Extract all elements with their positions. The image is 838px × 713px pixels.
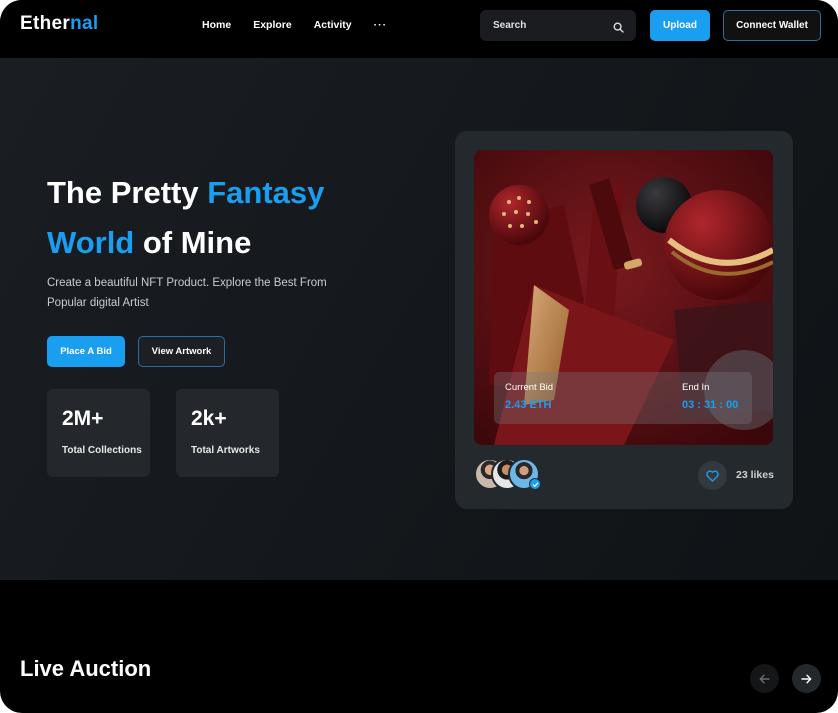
bid-info-bar: Current Bid 2.43 ETH End In 03 : 31 : 00 bbox=[494, 372, 752, 424]
stat-label: Total Collections bbox=[62, 445, 142, 456]
nav-home[interactable]: Home bbox=[202, 19, 231, 31]
nav-more-button[interactable]: ··· bbox=[374, 19, 388, 31]
arrow-right-icon bbox=[801, 674, 812, 683]
end-in-countdown: 03 : 31 : 00 bbox=[682, 399, 739, 411]
stat-label: Total Artworks bbox=[191, 445, 260, 456]
place-bid-button[interactable]: Place A Bid bbox=[47, 336, 125, 367]
stat-artworks: 2k+ Total Artworks bbox=[176, 389, 279, 477]
stat-collections: 2M+ Total Collections bbox=[47, 389, 150, 477]
nav-activity[interactable]: Activity bbox=[314, 19, 352, 31]
app-frame: Ethernal Home Explore Activity ··· Uploa… bbox=[0, 0, 838, 713]
search-box bbox=[480, 10, 636, 41]
stat-value: 2k+ bbox=[191, 407, 227, 430]
verified-icon bbox=[529, 478, 541, 490]
top-navbar: Ethernal Home Explore Activity ··· Uploa… bbox=[0, 0, 838, 58]
brand-name-part2: nal bbox=[70, 13, 99, 34]
main-nav: Home Explore Activity ··· bbox=[202, 19, 409, 31]
brand-logo[interactable]: Ethernal bbox=[20, 13, 98, 35]
carousel-next-button[interactable] bbox=[792, 664, 821, 693]
current-bid-value: 2.43 ETH bbox=[505, 399, 552, 411]
heart-icon bbox=[706, 469, 719, 482]
current-bid-label: Current Bid bbox=[505, 382, 554, 393]
hero-section: The Pretty Fantasy World of Mine Create … bbox=[0, 58, 838, 580]
nft-artwork-image[interactable]: Current Bid 2.43 ETH End In 03 : 31 : 00 bbox=[474, 150, 773, 445]
brand-name-part1: Ether bbox=[20, 13, 71, 34]
view-artwork-button[interactable]: View Artwork bbox=[138, 336, 225, 367]
headline-highlight-1: Fantasy bbox=[207, 175, 325, 210]
live-auction-title: Live Auction bbox=[20, 656, 152, 681]
headline-text-1: The Pretty bbox=[47, 175, 208, 210]
hero-headline: The Pretty Fantasy World of Mine bbox=[47, 168, 407, 268]
hero-subtext: Create a beautiful NFT Product. Explore … bbox=[47, 277, 327, 309]
arrow-left-icon bbox=[759, 674, 770, 683]
connect-wallet-button[interactable]: Connect Wallet bbox=[723, 10, 821, 41]
owner-avatars bbox=[474, 458, 544, 492]
stat-value: 2M+ bbox=[62, 407, 104, 430]
like-button[interactable] bbox=[698, 461, 727, 490]
nav-explore[interactable]: Explore bbox=[253, 19, 292, 31]
headline-highlight-2: World bbox=[47, 225, 135, 260]
likes-count: 23 likes bbox=[736, 469, 774, 481]
upload-button[interactable]: Upload bbox=[650, 10, 710, 41]
end-in-label: End In bbox=[682, 382, 710, 393]
nft-card[interactable]: Current Bid 2.43 ETH End In 03 : 31 : 00… bbox=[455, 131, 793, 509]
carousel-prev-button[interactable] bbox=[750, 664, 779, 693]
headline-text-2: of Mine bbox=[134, 225, 252, 260]
search-input[interactable] bbox=[480, 10, 610, 41]
search-icon[interactable] bbox=[613, 20, 624, 33]
